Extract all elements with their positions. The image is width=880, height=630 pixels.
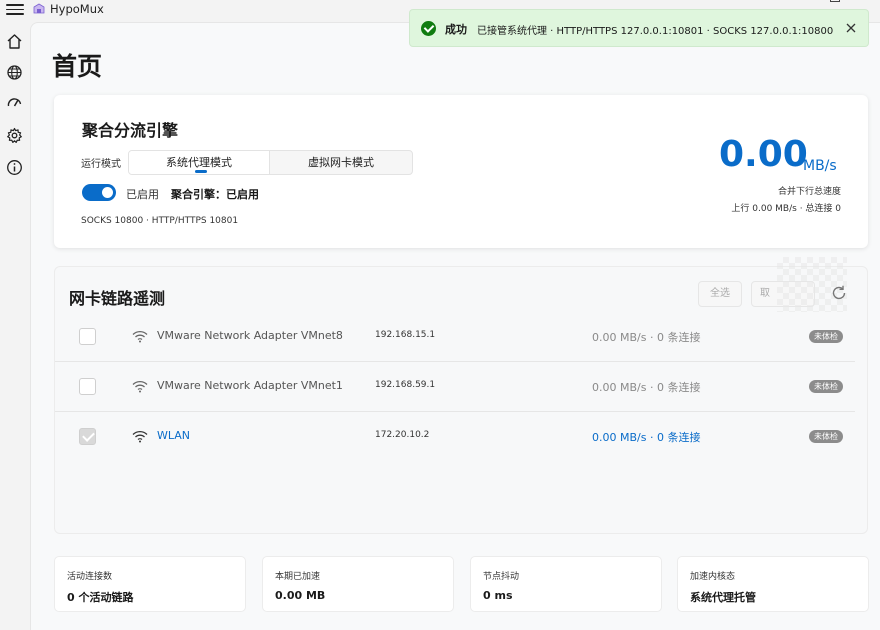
adapter-name: VMware Network Adapter VMnet1: [157, 379, 343, 392]
nav-speedometer-icon[interactable]: [4, 93, 24, 113]
mode-option-system-proxy[interactable]: 系统代理模式: [129, 151, 270, 174]
success-toast: 成功 已接管系统代理 · HTTP/HTTPS 127.0.0.1:10801 …: [409, 9, 869, 47]
selected-indicator: [195, 170, 207, 173]
toggle-label: 已启用: [126, 188, 159, 201]
stat-value: 系统代理托管: [690, 591, 756, 604]
adapter-traffic: 0.00 MB/s · 0 条连接: [592, 331, 701, 344]
stat-value: 0 个活动链路: [67, 591, 134, 604]
refresh-icon[interactable]: [830, 284, 848, 302]
engine-title: 聚合分流引擎: [82, 121, 179, 140]
telemetry-title: 网卡链路遥测: [69, 289, 166, 308]
speed-sub-stats: 上行 0.00 MB/s · 总连接 0: [731, 204, 841, 214]
stat-card-connections: 活动连接数 0 个活动链路: [54, 556, 246, 612]
hamburger-menu-icon[interactable]: [6, 1, 24, 17]
nav-home-icon[interactable]: [4, 31, 24, 51]
stat-label: 节点抖动: [483, 572, 520, 582]
adapter-traffic: 0.00 MB/s · 0 条连接: [592, 431, 701, 444]
adapter-name: VMware Network Adapter VMnet8: [157, 329, 343, 342]
mode-option-tun[interactable]: 虚拟网卡模式: [270, 151, 412, 174]
mode-label: 运行模式: [81, 159, 121, 170]
stat-value: 0.00 MB: [275, 589, 326, 602]
status-badge: 未体检: [809, 330, 843, 343]
adapter-row[interactable]: VMware Network Adapter VMnet1 192.168.59…: [55, 362, 855, 412]
engine-status: 聚合引擎：已启用: [171, 188, 259, 201]
stat-card-jitter: 节点抖动 0 ms: [470, 556, 662, 612]
mode-option-label: 虚拟网卡模式: [308, 156, 374, 169]
speed-unit: MB/s: [803, 158, 837, 174]
adapter-ip: 192.168.15.1: [375, 330, 436, 340]
adapter-ip: 192.168.59.1: [375, 380, 436, 390]
stat-value: 0 ms: [483, 589, 513, 602]
engine-toggle[interactable]: [82, 184, 116, 201]
nav-gear-icon[interactable]: [4, 125, 24, 145]
status-badge: 未体检: [809, 430, 843, 443]
toggle-knob: [102, 187, 113, 198]
speed-value: 0.00: [719, 134, 808, 175]
adapter-ip: 172.20.10.2: [375, 430, 430, 440]
status-badge: 未体检: [809, 380, 843, 393]
wifi-icon: [132, 430, 148, 443]
app-logo-icon: [33, 3, 45, 14]
adapter-checkbox[interactable]: [79, 328, 96, 345]
telemetry-card: 网卡链路遥测 全选 取 VMware Network Adapter VMnet…: [54, 257, 868, 534]
adapter-traffic: 0.00 MB/s · 0 条连接: [592, 381, 701, 394]
mode-option-label: 系统代理模式: [166, 156, 232, 169]
adapter-checkbox[interactable]: [79, 428, 96, 445]
mode-selector: 系统代理模式 虚拟网卡模式: [128, 150, 413, 175]
stat-label: 加速内核态: [690, 572, 736, 582]
minimize-icon[interactable]: [786, 0, 800, 4]
close-icon[interactable]: [844, 21, 858, 35]
wifi-icon: [132, 330, 148, 343]
adapter-row[interactable]: VMware Network Adapter VMnet8 192.168.15…: [55, 312, 855, 362]
wifi-icon: [132, 380, 148, 393]
adapter-row[interactable]: WLAN 172.20.10.2 0.00 MB/s · 0 条连接 未体检: [55, 412, 855, 462]
toast-title: 成功: [445, 23, 467, 36]
stat-label: 活动连接数: [67, 572, 113, 582]
engine-card: 聚合分流引擎 运行模式 系统代理模式 虚拟网卡模式 已启用 聚合引擎：已启用 S…: [54, 95, 868, 248]
adapter-checkbox[interactable]: [79, 378, 96, 395]
ports-info: SOCKS 10800 · HTTP/HTTPS 10801: [81, 216, 239, 226]
success-check-icon: [421, 21, 436, 36]
stat-label: 本期已加速: [275, 572, 321, 582]
stat-card-kernel: 加速内核态 系统代理托管: [677, 556, 869, 612]
stat-card-accelerated: 本期已加速 0.00 MB: [262, 556, 454, 612]
adapter-name: WLAN: [157, 429, 191, 442]
maximize-icon[interactable]: [828, 0, 842, 4]
select-all-button[interactable]: 全选: [698, 281, 742, 307]
toast-message: 已接管系统代理 · HTTP/HTTPS 127.0.0.1:10801 · S…: [477, 26, 834, 37]
speed-caption: 合并下行总速度: [777, 187, 841, 197]
app-name: HypoMux: [50, 2, 104, 16]
nav-info-icon[interactable]: [4, 157, 24, 177]
nav-rail: [0, 22, 30, 630]
nav-globe-icon[interactable]: [4, 62, 24, 82]
page-title: 首页: [52, 52, 103, 81]
